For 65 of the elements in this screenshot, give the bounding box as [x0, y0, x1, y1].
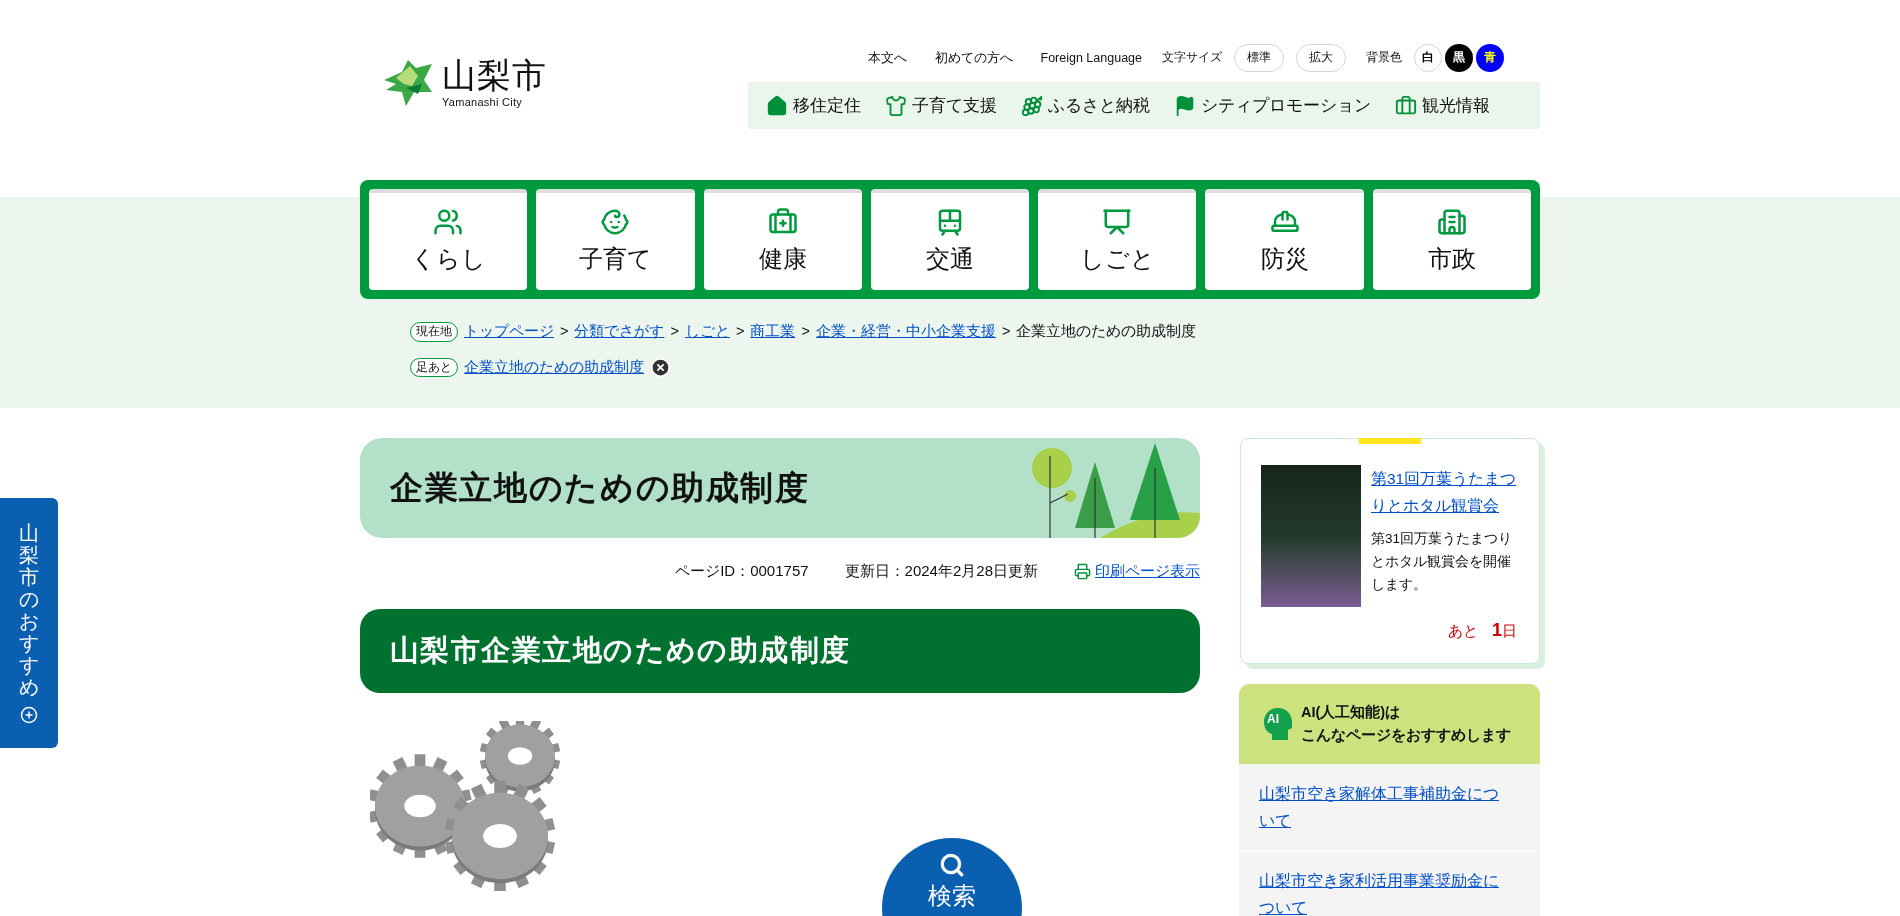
shirt-icon: [885, 94, 907, 117]
footprint-badge: 足あと: [410, 358, 458, 378]
breadcrumb-separator: >: [801, 322, 810, 341]
breadcrumb-link[interactable]: しごと: [684, 321, 730, 343]
ai-heading: AI(人工知能)は: [1301, 703, 1402, 722]
search-button[interactable]: 検索: [882, 838, 1022, 916]
breadcrumb-link[interactable]: 企業・経営・中小企業支援: [815, 321, 996, 343]
quick-nav-link[interactable]: 子育て支援: [885, 92, 997, 119]
updated-date: 更新日：2024年2月28日更新: [844, 561, 1038, 581]
footprint-link[interactable]: 企業立地のための助成制度: [464, 356, 644, 379]
city-logo-icon: [382, 58, 434, 108]
breadcrumb-separator: >: [560, 322, 569, 341]
city-subtitle: Yamanashi City: [442, 94, 524, 110]
background-color-button[interactable]: 白: [1414, 44, 1442, 72]
breadcrumb-separator: >: [1001, 322, 1011, 341]
house-icon: [766, 94, 788, 117]
utility-link[interactable]: Foreign Language: [1032, 48, 1150, 68]
main-nav-tile[interactable]: 防災: [1205, 189, 1364, 290]
page-id: ページID：0001757: [675, 561, 809, 581]
text-size-button[interactable]: 拡大: [1296, 44, 1346, 72]
breadcrumb-current: 企業立地のための助成制度: [1016, 322, 1197, 341]
background-color-button[interactable]: 黒: [1445, 44, 1473, 72]
quick-nav-link[interactable]: 観光情報: [1395, 92, 1490, 119]
recommended-page-link[interactable]: 山梨市空き家利活用事業奨励金について: [1259, 867, 1511, 916]
countdown-unit: 日: [1502, 621, 1517, 641]
printer-icon: [1074, 562, 1091, 580]
plus-icon: [20, 706, 38, 724]
breadcrumb-link[interactable]: 商工業: [750, 321, 796, 343]
text-size-button[interactable]: 標準: [1234, 44, 1284, 72]
event-link[interactable]: 第31回万葉うたまつりとホタル観賞会: [1371, 465, 1519, 519]
ai-heading: こんなページをおすすめします: [1301, 726, 1511, 745]
main-nav-tile[interactable]: 交通: [870, 189, 1030, 290]
breadcrumb-separator: >: [735, 322, 745, 341]
location-badge: 現在地: [410, 322, 458, 342]
background-color-button[interactable]: 青: [1476, 44, 1504, 72]
recommended-page-link[interactable]: 山梨市空き家解体工事補助金について: [1259, 780, 1511, 834]
main-nav-tile[interactable]: 子育て: [536, 189, 695, 290]
flag-icon: [1174, 94, 1196, 117]
utility-link[interactable]: 本文へ: [859, 48, 915, 68]
countdown-number: 1: [1492, 619, 1502, 642]
breadcrumb-link[interactable]: 分類でさがす: [574, 321, 665, 343]
main-nav-tile[interactable]: くらし: [369, 189, 528, 290]
utility-link[interactable]: 初めての方へ: [926, 48, 1021, 68]
text-size-label: 文字サイズ: [1162, 50, 1222, 66]
quick-nav-link[interactable]: ふるさと納税: [1021, 92, 1150, 119]
breadcrumb-separator: >: [670, 322, 679, 341]
section-heading: 山梨市企業立地のための助成制度: [360, 608, 1200, 693]
grapes-icon: [1021, 94, 1043, 117]
quick-nav-link[interactable]: シティプロモーション: [1174, 92, 1371, 119]
event-description: 第31回万葉うたまつりとホタル観賞会を開催します。: [1371, 530, 1514, 594]
ai-head-icon: AI: [1263, 706, 1293, 742]
background-color-label: 背景色: [1366, 50, 1402, 66]
city-name: 山梨市: [442, 55, 547, 94]
recommend-side-tab[interactable]: 山梨市のおすすめ: [0, 498, 58, 748]
main-nav-tile[interactable]: しごと: [1038, 189, 1197, 290]
quick-nav-link[interactable]: 移住定住: [766, 92, 861, 119]
main-nav-tile[interactable]: 健康: [703, 189, 862, 290]
page-title: 企業立地のための助成制度: [390, 468, 810, 509]
breadcrumb-link[interactable]: トップページ: [464, 321, 554, 343]
main-nav-tile[interactable]: 市政: [1372, 189, 1531, 290]
countdown-prefix: あと: [1448, 621, 1478, 641]
close-icon[interactable]: [650, 357, 671, 379]
print-link[interactable]: 印刷ページ表示: [1074, 560, 1200, 583]
bag-icon: [1395, 94, 1417, 117]
search-icon: [939, 852, 965, 878]
